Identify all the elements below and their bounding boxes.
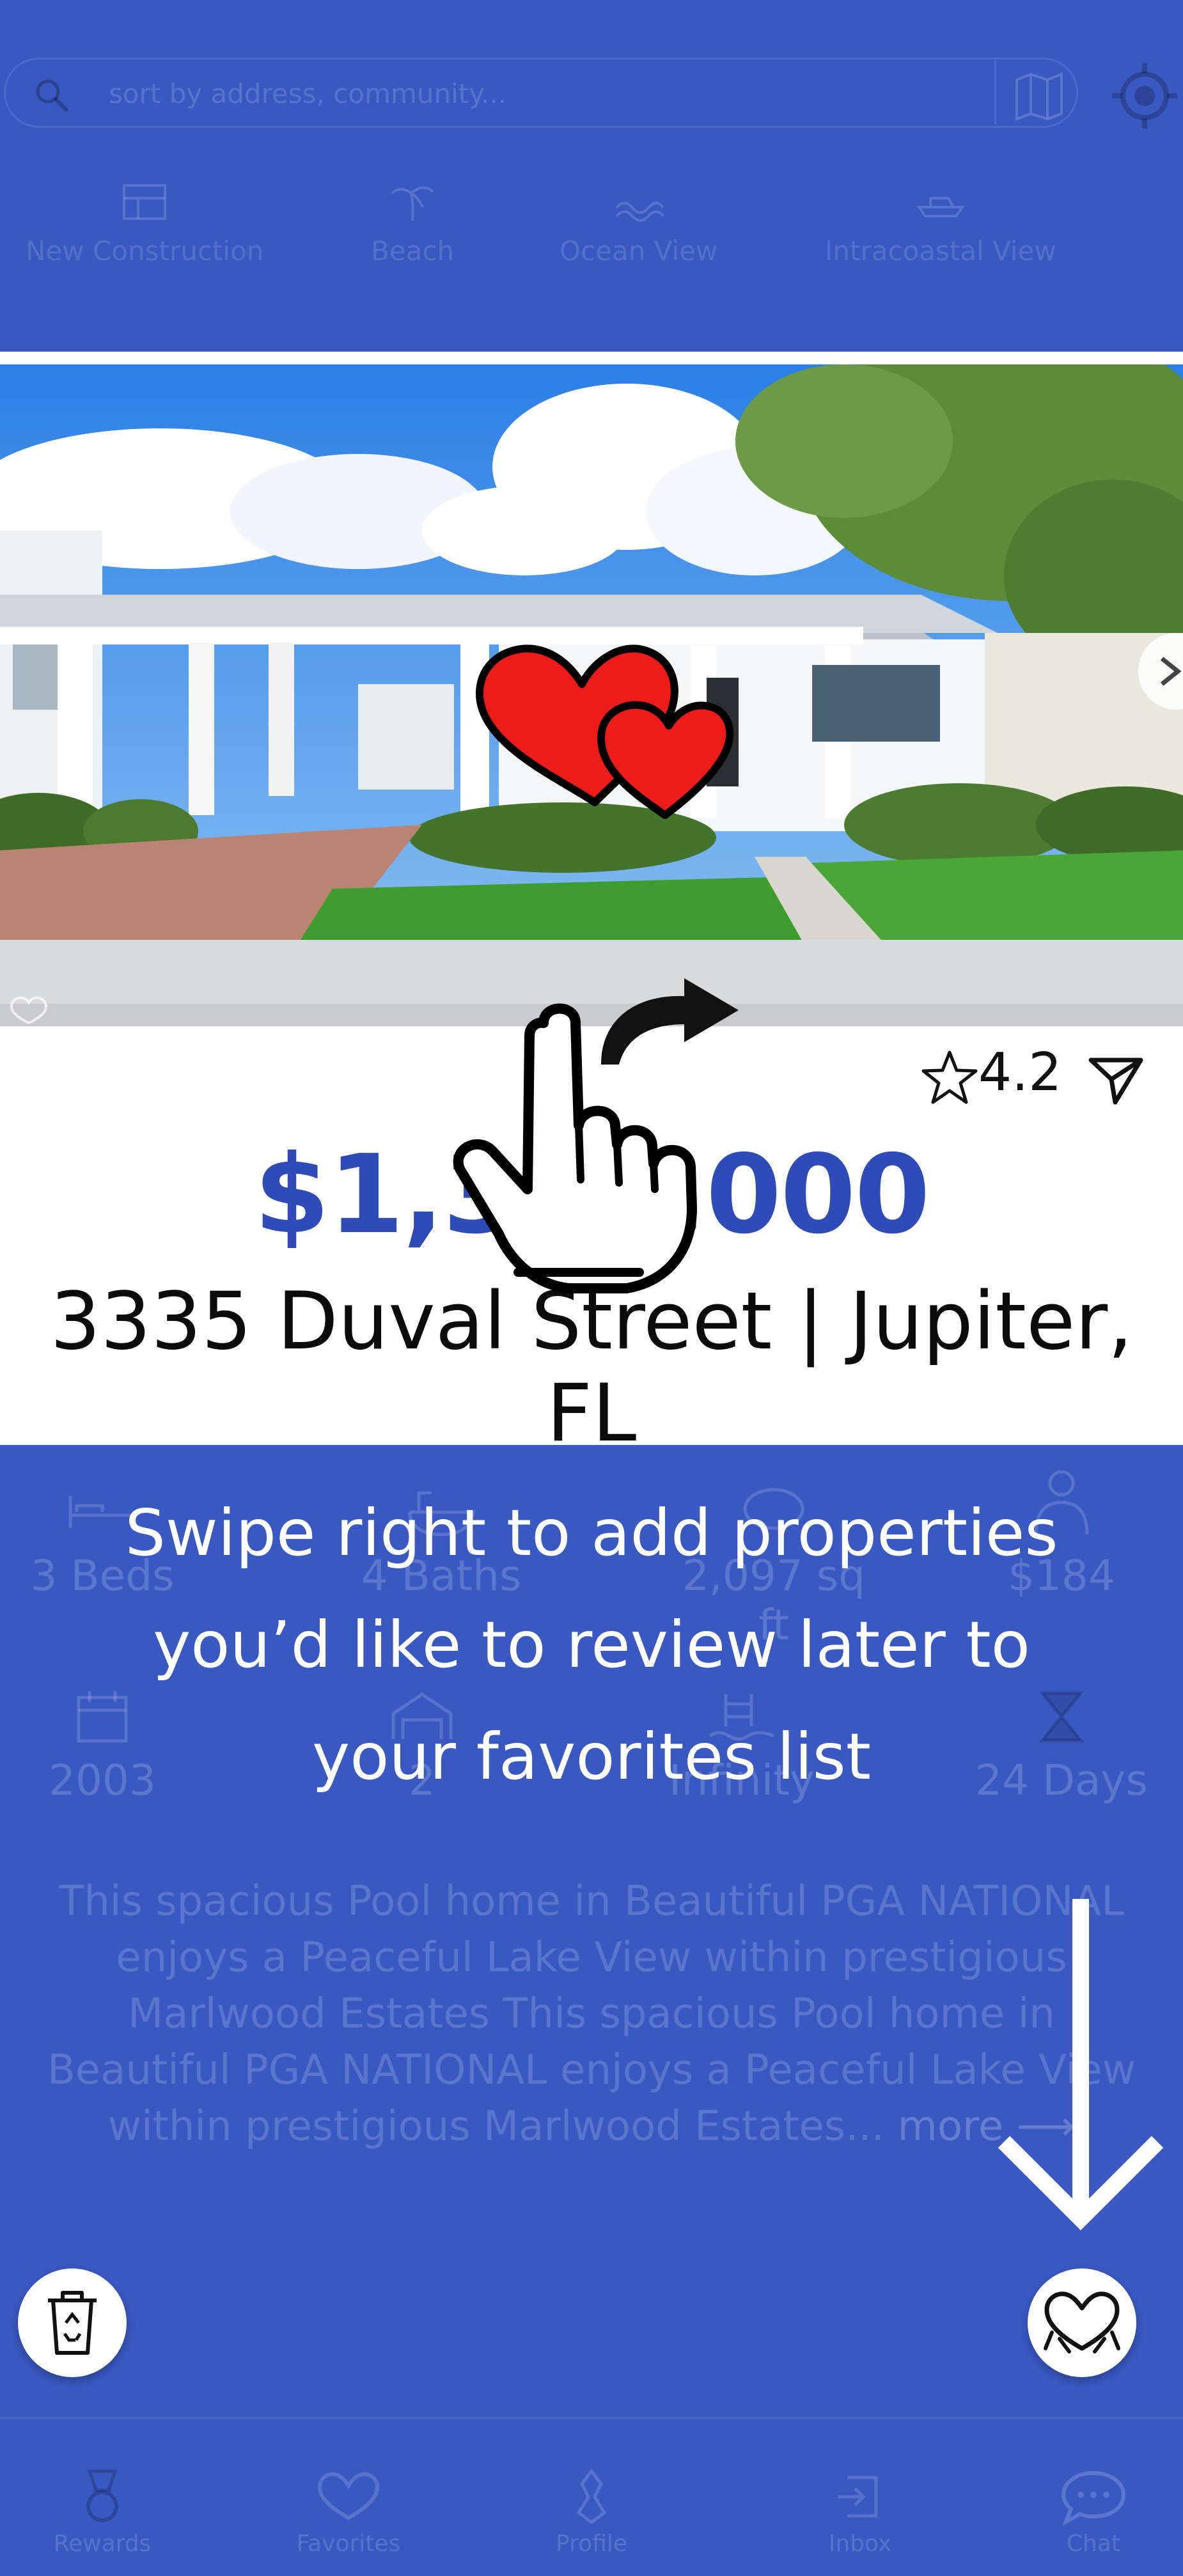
category-intracoastal-view[interactable]: Intracoastal View xyxy=(825,179,1056,267)
nav-label: Profile xyxy=(556,2531,627,2557)
nav-profile[interactable]: Profile xyxy=(508,2468,675,2557)
category-ocean-view[interactable]: Ocean View xyxy=(560,179,717,267)
down-arrow-icon xyxy=(998,1899,1164,2231)
swipe-hand-icon xyxy=(453,1003,697,1293)
nav-favorites[interactable]: Favorites xyxy=(265,2468,432,2557)
category-label: Intracoastal View xyxy=(825,235,1056,267)
tutorial-line-2: you’d like to review later to xyxy=(153,1607,1030,1682)
chat-icon xyxy=(1061,2471,1126,2525)
more-label: more xyxy=(897,2103,1004,2150)
share-icon[interactable] xyxy=(1087,1055,1145,1106)
recycle-bin-icon xyxy=(48,2291,97,2355)
tutorial-line-3: your favorites list xyxy=(312,1719,871,1794)
nav-label: Favorites xyxy=(296,2531,401,2557)
category-beach[interactable]: Beach xyxy=(371,179,454,267)
nav-label: Rewards xyxy=(53,2531,152,2557)
nav-inbox[interactable]: Inbox xyxy=(777,2468,943,2557)
heart-hands-icon xyxy=(1044,2291,1120,2354)
category-label: New Construction xyxy=(26,235,264,267)
nav-chat[interactable]: Chat xyxy=(1010,2468,1177,2557)
profile-icon xyxy=(576,2468,607,2525)
boat-icon xyxy=(916,197,965,217)
more-category-icon xyxy=(1167,179,1183,224)
favorite-button[interactable] xyxy=(1028,2268,1136,2377)
discard-button[interactable] xyxy=(18,2268,127,2377)
chevron-right-icon xyxy=(1160,657,1182,686)
inbox-icon xyxy=(838,2476,878,2518)
wave-icon xyxy=(615,201,664,222)
category-label: Beach xyxy=(371,235,455,267)
medal-icon xyxy=(86,2469,118,2522)
star-icon[interactable] xyxy=(921,1049,978,1106)
tutorial-message: Swipe right to add properties you’d like… xyxy=(64,1477,1119,1813)
map-icon[interactable] xyxy=(1010,70,1068,121)
category-new-construction[interactable]: New Construction xyxy=(26,179,263,267)
nav-label: Chat xyxy=(1066,2531,1121,2557)
hearts-icon xyxy=(476,644,734,819)
tutorial-line-1: Swipe right to add properties xyxy=(125,1495,1058,1570)
nav-label: Inbox xyxy=(828,2531,892,2557)
heart-hands-icon xyxy=(317,2472,380,2520)
nav-rewards[interactable]: Rewards xyxy=(19,2468,185,2557)
category-more[interactable]: B xyxy=(1167,179,1183,267)
locate-icon[interactable] xyxy=(1109,61,1180,131)
search-divider xyxy=(994,61,996,125)
category-label: Ocean View xyxy=(560,235,718,267)
rating-value: 4.2 xyxy=(978,1042,1062,1103)
search-input[interactable]: sort by address, community... xyxy=(109,78,506,109)
listing-address: 3335 Duval Street | Jupiter, FL xyxy=(50,1276,1133,1460)
construction-icon xyxy=(123,184,167,220)
listing-description: This spacious Pool home in Beautiful PGA… xyxy=(38,1873,1145,2155)
search-icon xyxy=(36,79,68,112)
palm-tree-icon xyxy=(391,186,434,221)
